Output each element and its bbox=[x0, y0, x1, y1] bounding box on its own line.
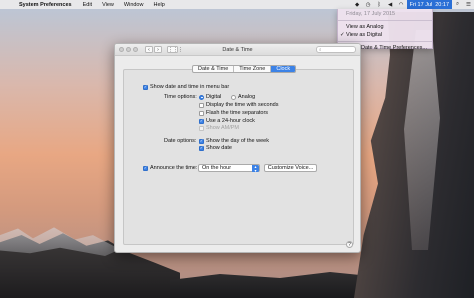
show-day-of-week-row: ✓ Show the day of the week bbox=[199, 138, 269, 144]
announce-time-row: ✓ Announce the time: bbox=[143, 165, 197, 171]
show-seconds-label: Display the time with seconds bbox=[206, 102, 279, 108]
tab-clock[interactable]: Clock bbox=[271, 66, 296, 72]
show-day-of-week-checkbox[interactable]: ✓ bbox=[199, 138, 204, 144]
window-titlebar[interactable]: ‹ › ⋮⋮⋮ Date & Time ⌕ bbox=[115, 44, 360, 56]
digital-radio[interactable] bbox=[199, 94, 204, 100]
checkmark-icon: ✓ bbox=[340, 32, 345, 38]
date-time-window: ‹ › ⋮⋮⋮ Date & Time ⌕ Date & Time Time Z… bbox=[114, 43, 361, 253]
menu-help[interactable]: Help bbox=[148, 2, 169, 8]
flash-separators-label: Flash the time separators bbox=[206, 110, 269, 116]
show-in-menu-bar-row: ✓ Show date and time in menu bar bbox=[143, 84, 229, 90]
announce-time-label: Announce the time: bbox=[150, 165, 198, 171]
show-date-label: Show date bbox=[206, 145, 232, 151]
tab-date-time[interactable]: Date & Time bbox=[193, 66, 235, 72]
announce-time-checkbox[interactable]: ✓ bbox=[143, 165, 148, 171]
bluetooth-icon[interactable]: ᛒ bbox=[374, 2, 385, 8]
use-24-hour-row: ✓ Use a 24-hour clock bbox=[199, 118, 255, 124]
time-options-label: Time options: bbox=[164, 94, 197, 100]
help-button[interactable]: ? bbox=[346, 241, 353, 248]
dropbox-icon[interactable]: ◆ bbox=[352, 2, 363, 8]
date-options-label-text: Date options: bbox=[164, 138, 197, 144]
menu-app-name[interactable]: System Preferences bbox=[14, 2, 78, 8]
analog-label: Analog bbox=[238, 94, 256, 100]
analog-radio-row: Analog bbox=[231, 94, 255, 100]
dropdown-separator bbox=[338, 20, 432, 21]
show-seconds-checkbox[interactable] bbox=[199, 102, 204, 108]
menu-window[interactable]: Window bbox=[119, 2, 149, 8]
announce-interval-select[interactable]: On the hour ▴ ▾ bbox=[198, 164, 260, 172]
flash-separators-checkbox[interactable] bbox=[199, 110, 204, 116]
notification-center-icon[interactable]: ☰ bbox=[463, 2, 474, 8]
dropdown-date-header: Friday, 17 July 2015 bbox=[346, 11, 396, 17]
menu-edit[interactable]: Edit bbox=[78, 2, 97, 8]
announce-interval-value: On the hour bbox=[202, 165, 232, 171]
use-24-hour-label: Use a 24-hour clock bbox=[206, 118, 255, 124]
dropdown-separator bbox=[338, 41, 432, 42]
menu-view[interactable]: View bbox=[97, 2, 119, 8]
digital-label: Digital bbox=[206, 94, 222, 100]
select-arrows-icon: ▴ ▾ bbox=[252, 165, 259, 172]
time-machine-icon[interactable]: ◷ bbox=[363, 2, 374, 8]
use-24-hour-checkbox[interactable]: ✓ bbox=[199, 118, 204, 124]
dropdown-view-analog[interactable]: View as Analog bbox=[338, 23, 432, 31]
status-tray: ◆ ◷ ᛒ ◀ ◠ Fri 17 Jul 20:17 ⌕ ☰ bbox=[352, 0, 474, 9]
menu-clock[interactable]: Fri 17 Jul 20:17 bbox=[406, 0, 452, 9]
flash-separators-row: Flash the time separators bbox=[199, 110, 268, 116]
wifi-icon[interactable]: ◠ bbox=[396, 2, 407, 8]
show-date-checkbox[interactable]: ✓ bbox=[199, 145, 204, 151]
menu-bar: System Preferences Edit View Window Help… bbox=[0, 0, 474, 9]
show-ampm-checkbox bbox=[199, 125, 204, 131]
customize-voice-button[interactable]: Customize Voice... bbox=[264, 164, 317, 172]
clock-date: Fri 17 Jul bbox=[409, 1, 433, 8]
dropdown-view-analog-label: View as Analog bbox=[346, 24, 384, 30]
analog-radio[interactable] bbox=[231, 94, 236, 100]
digital-radio-row: Digital bbox=[199, 94, 221, 100]
spotlight-icon[interactable]: ⌕ bbox=[452, 1, 463, 8]
search-field[interactable]: ⌕ bbox=[316, 46, 356, 53]
show-day-of-week-label: Show the day of the week bbox=[206, 138, 269, 144]
volume-icon[interactable]: ◀ bbox=[385, 2, 396, 8]
date-options-label: Date options: bbox=[164, 138, 196, 144]
show-date-row: ✓ Show date bbox=[199, 145, 232, 151]
clock-time: 20:17 bbox=[435, 1, 449, 8]
tab-time-zone[interactable]: Time Zone bbox=[234, 66, 272, 72]
show-in-menu-bar-checkbox[interactable]: ✓ bbox=[143, 84, 148, 90]
show-ampm-label: Show AM/PM bbox=[206, 125, 240, 131]
tab-bar: Date & Time Time Zone Clock bbox=[192, 65, 297, 73]
dropdown-view-digital[interactable]: ✓ View as Digital bbox=[338, 31, 432, 39]
show-ampm-row: Show AM/PM bbox=[199, 125, 239, 131]
show-in-menu-bar-label: Show date and time in menu bar bbox=[150, 84, 230, 90]
time-options-label-text: Time options: bbox=[164, 94, 197, 100]
show-seconds-row: Display the time with seconds bbox=[199, 102, 278, 108]
wallpaper-foothill bbox=[170, 272, 370, 298]
dropdown-view-digital-label: View as Digital bbox=[346, 32, 382, 38]
search-icon: ⌕ bbox=[319, 47, 322, 52]
